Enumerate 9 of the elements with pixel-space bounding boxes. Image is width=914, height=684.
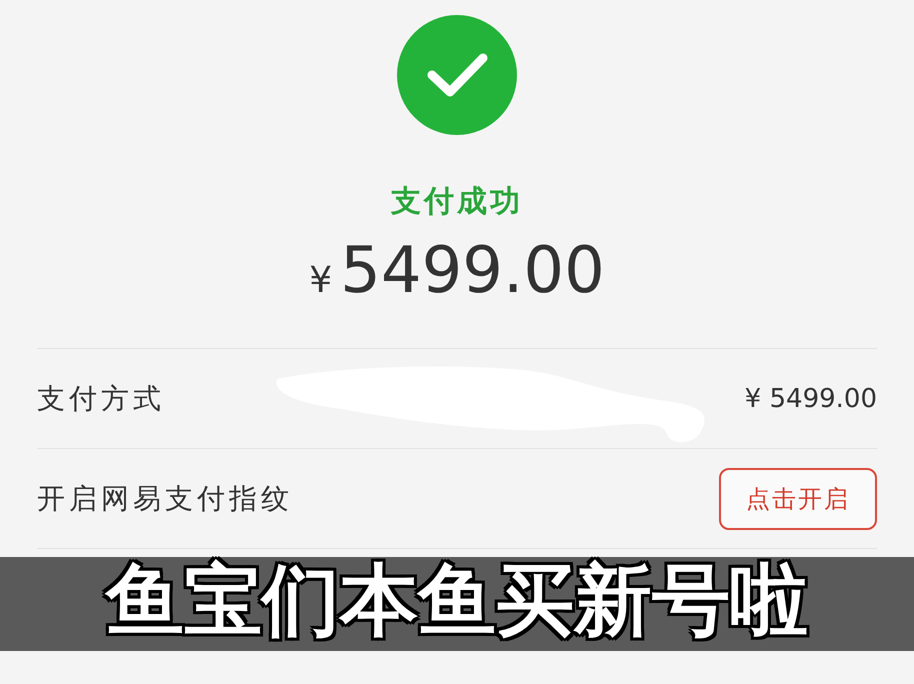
payment-method-amount: ¥ 5499.00 [744, 384, 877, 414]
enable-button[interactable]: 点击开启 [719, 468, 877, 530]
video-caption: 鱼宝们本鱼买新号啦 [106, 559, 808, 645]
row-label: 支付方式 [37, 380, 165, 416]
row-label: 开启网易支付指纹 [37, 480, 293, 516]
payment-amount: 5499.00 [340, 234, 605, 308]
success-check-icon [397, 15, 517, 135]
payment-status-title: 支付成功 [391, 183, 523, 221]
currency-symbol: ¥ [309, 260, 332, 301]
